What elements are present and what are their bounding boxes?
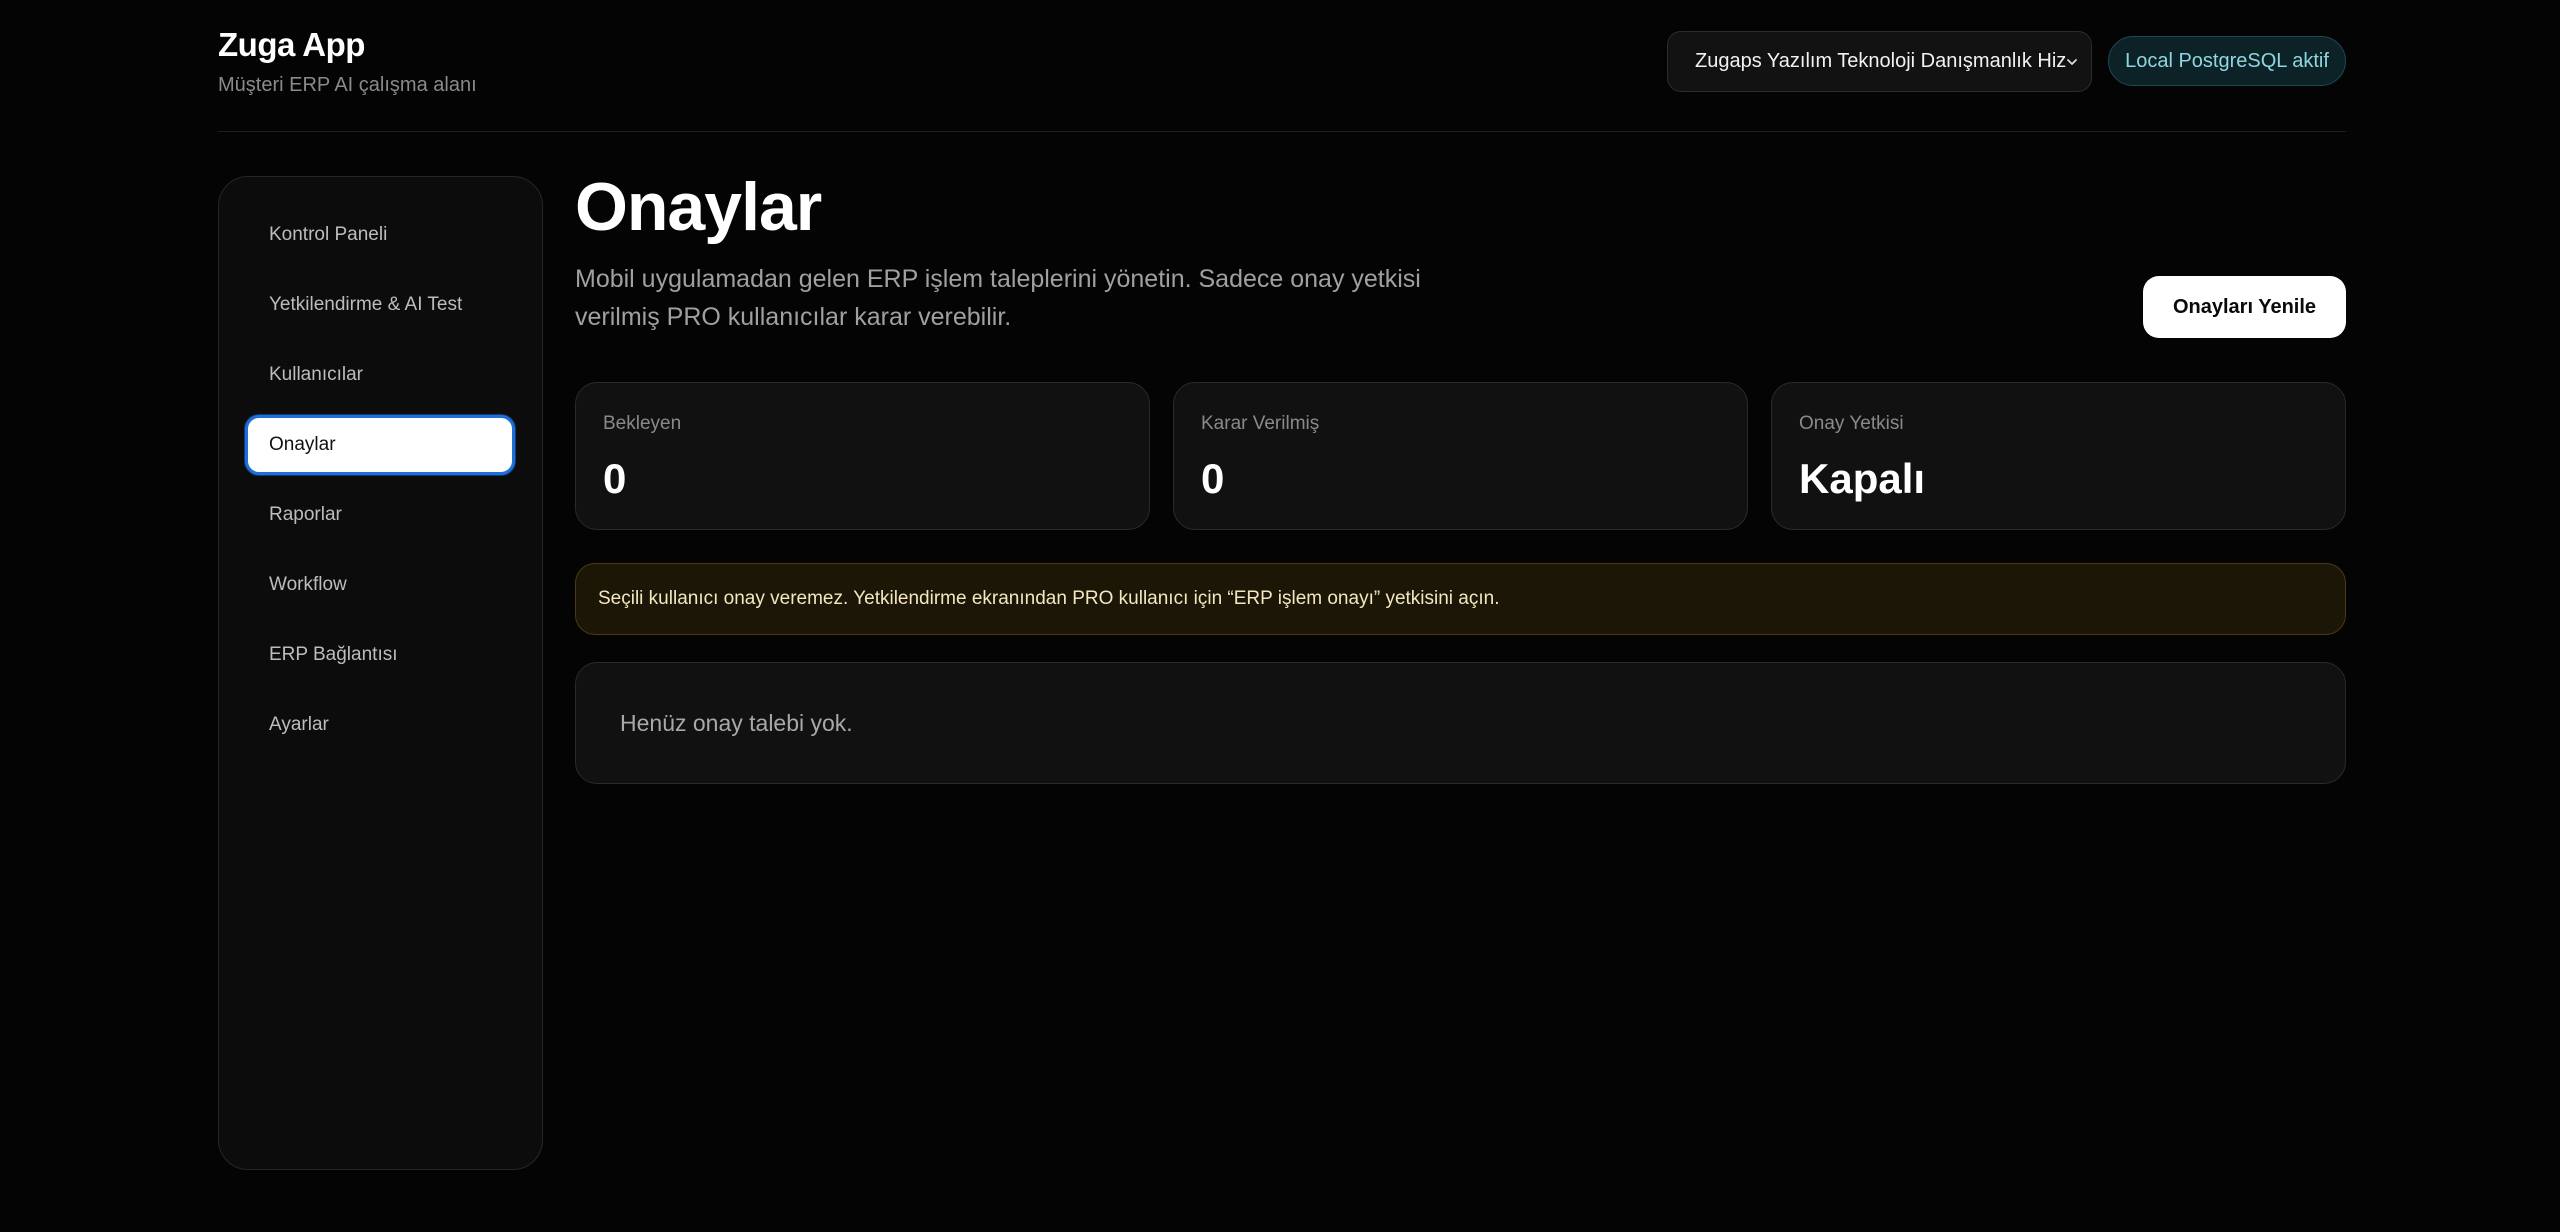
stat-card-pending: Bekleyen 0 [575, 382, 1150, 530]
sidebar-item-yetkilendirme[interactable]: Yetkilendirme & AI Test [245, 275, 515, 335]
sidebar-item-raporlar[interactable]: Raporlar [245, 485, 515, 545]
stat-value: Kapalı [1799, 455, 1926, 502]
app-subtitle: Müşteri ERP AI çalışma alanı [218, 74, 477, 96]
sidebar-item-ayarlar[interactable]: Ayarlar [245, 695, 515, 755]
stat-label: Bekleyen [603, 413, 682, 434]
stat-value: 0 [1201, 455, 1225, 502]
company-select[interactable]: Zugaps Yazılım Teknoloji Danışmanlık Hiz [1667, 31, 2092, 92]
stat-card-decided: Karar Verilmiş 0 [1173, 382, 1748, 530]
app-root: Zuga App Müşteri ERP AI çalışma alanı Zu… [0, 0, 2560, 1232]
page-description: Mobil uygulamadan gelen ERP işlem talepl… [575, 265, 1421, 331]
sidebar-item-kullanicilar[interactable]: Kullanıcılar [245, 345, 515, 405]
refresh-approvals-button[interactable]: Onayları Yenile [2143, 276, 2346, 338]
permission-warning: Seçili kullanıcı onay veremez. Yetkilend… [575, 563, 2346, 635]
stat-label: Onay Yetkisi [1799, 413, 1904, 434]
sidebar: Kontrol Paneli Yetkilendirme & AI Test K… [218, 176, 543, 1170]
page-title: Onaylar [575, 169, 822, 245]
app-title: Zuga App [218, 26, 365, 63]
stat-label: Karar Verilmiş [1201, 413, 1320, 434]
sidebar-item-kontrol-paneli[interactable]: Kontrol Paneli [245, 205, 515, 265]
sidebar-item-erp-baglantisi[interactable]: ERP Bağlantısı [245, 625, 515, 685]
empty-state: Henüz onay talebi yok. [575, 662, 2346, 784]
sidebar-item-workflow[interactable]: Workflow [245, 555, 515, 615]
company-select-value: Zugaps Yazılım Teknoloji Danışmanlık Hiz [1695, 50, 2067, 72]
chevron-down-icon [2063, 53, 2081, 71]
stat-value: 0 [603, 455, 627, 502]
db-status-badge: Local PostgreSQL aktif [2108, 36, 2346, 86]
stat-card-approval-permission: Onay Yetkisi Kapalı [1771, 382, 2346, 530]
top-header: Zuga App Müşteri ERP AI çalışma alanı Zu… [218, 0, 2346, 132]
sidebar-item-onaylar[interactable]: Onaylar [245, 415, 515, 475]
